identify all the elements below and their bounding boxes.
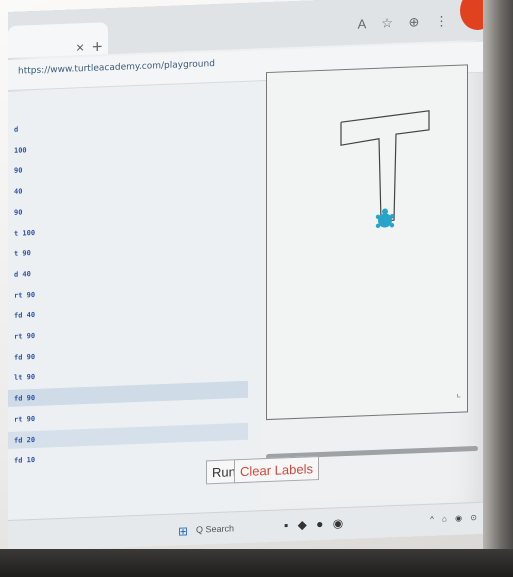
- code-line[interactable]: lt 90: [14, 373, 35, 382]
- code-line[interactable]: 40: [14, 188, 22, 196]
- url-text[interactable]: https://www.turtleacademy.com/playground: [18, 59, 215, 77]
- code-line[interactable]: rt 90: [14, 415, 35, 424]
- t-shape-path: [340, 110, 430, 222]
- code-line[interactable]: fd 90: [14, 394, 35, 403]
- new-tab-icon[interactable]: +: [92, 36, 103, 57]
- code-line[interactable]: fd 10: [14, 456, 35, 465]
- monitor-screen: × + A ☆ ⊕ ⋮ https://www.turtleacademy.co…: [8, 0, 490, 553]
- desk-edge: [0, 549, 513, 577]
- code-line[interactable]: rt 90: [14, 291, 35, 300]
- code-line[interactable]: fd 20: [14, 435, 35, 444]
- code-line[interactable]: rt 90: [14, 332, 35, 341]
- system-tray[interactable]: ^ ⌂ ◉ ⊙: [430, 513, 480, 524]
- close-tab-icon[interactable]: ×: [76, 39, 84, 55]
- code-line[interactable]: 100: [14, 146, 27, 154]
- code-line[interactable]: t 90: [14, 249, 31, 258]
- monitor-bezel: [483, 0, 513, 577]
- turtle-icon: [375, 208, 395, 228]
- code-line[interactable]: fd 90: [14, 353, 35, 362]
- turtle-canvas[interactable]: ⌞: [266, 64, 468, 421]
- editor-highlight: [8, 380, 248, 407]
- photo-background: × + A ☆ ⊕ ⋮ https://www.turtleacademy.co…: [0, 0, 513, 577]
- resize-handle-icon[interactable]: ⌞: [456, 389, 461, 400]
- start-icon[interactable]: ⊞: [178, 524, 188, 538]
- code-line[interactable]: 90: [14, 167, 22, 175]
- clear-labels-button[interactable]: Clear Labels: [234, 456, 319, 484]
- taskbar-search[interactable]: Q Search: [196, 523, 234, 534]
- code-line[interactable]: fd 40: [14, 311, 35, 320]
- code-line[interactable]: 90: [14, 208, 22, 216]
- editor-highlight: [8, 422, 248, 449]
- code-line[interactable]: d: [14, 126, 18, 134]
- turtle-drawing: [340, 110, 430, 228]
- code-line[interactable]: t 100: [14, 228, 35, 237]
- code-line[interactable]: d 40: [14, 270, 31, 279]
- pinned-app-icons[interactable]: ▪ ◆ ● ◉: [284, 516, 346, 532]
- toolbar-icons[interactable]: A ☆ ⊕ ⋮: [358, 13, 454, 33]
